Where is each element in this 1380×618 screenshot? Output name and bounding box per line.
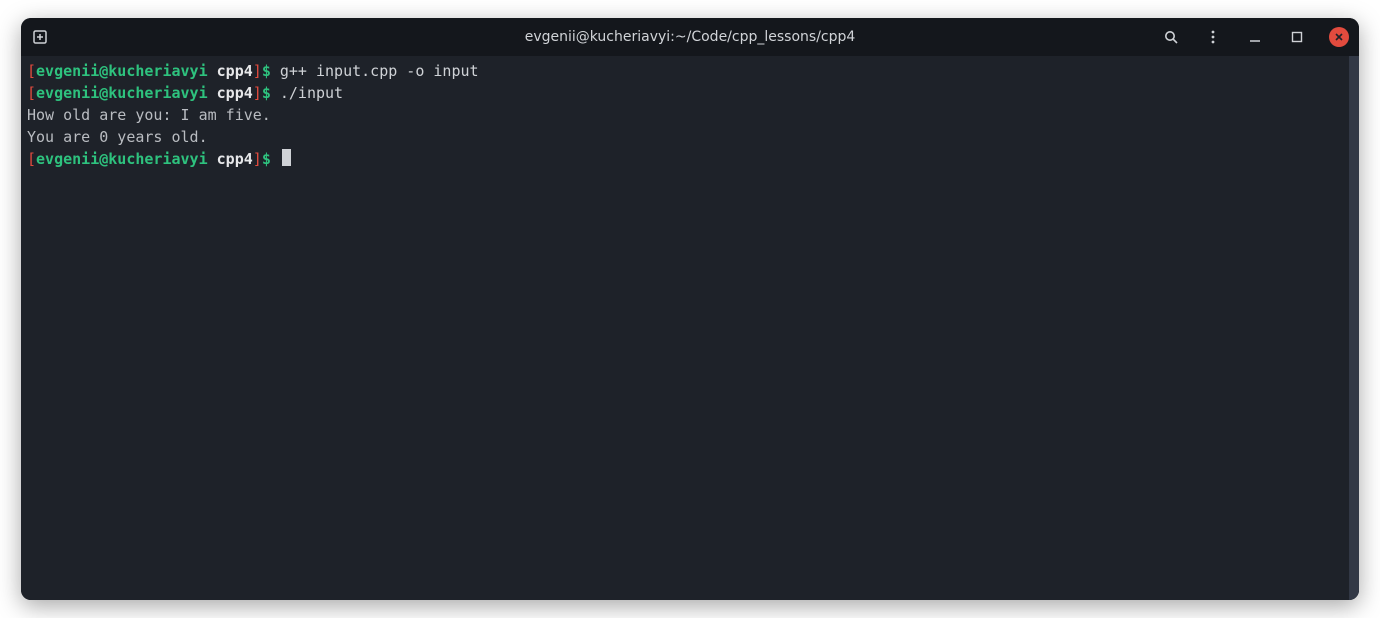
titlebar: evgenii@kucheriavyi:~/Code/cpp_lessons/c… [21, 18, 1359, 56]
scrollbar[interactable] [1349, 56, 1359, 600]
prompt-symbol: $ [262, 62, 271, 80]
terminal-content[interactable]: [evgenii@kucheriavyi cpp4]$ g++ input.cp… [21, 56, 1359, 600]
prompt-dir: cpp4 [217, 84, 253, 102]
terminal-window: evgenii@kucheriavyi:~/Code/cpp_lessons/c… [21, 18, 1359, 600]
command-1: g++ input.cpp -o input [280, 62, 479, 80]
prompt-close-bracket: ] [253, 150, 262, 168]
prompt-dir: cpp4 [217, 62, 253, 80]
output-line-1: How old are you: I am five. [27, 106, 271, 124]
search-button[interactable] [1161, 27, 1181, 47]
close-button[interactable] [1329, 27, 1349, 47]
command-2: ./input [280, 84, 343, 102]
prompt-symbol: $ [262, 150, 271, 168]
prompt-open-bracket: [ [27, 84, 36, 102]
prompt-dir: cpp4 [217, 150, 253, 168]
terminal-body[interactable]: [evgenii@kucheriavyi cpp4]$ g++ input.cp… [21, 56, 1359, 600]
minimize-button[interactable] [1245, 27, 1265, 47]
new-tab-button[interactable] [31, 28, 49, 46]
prompt-userhost: evgenii@kucheriavyi [36, 84, 208, 102]
output-line-2: You are 0 years old. [27, 128, 208, 146]
cursor [282, 149, 291, 166]
menu-button[interactable] [1203, 27, 1223, 47]
prompt-userhost: evgenii@kucheriavyi [36, 62, 208, 80]
window-title: evgenii@kucheriavyi:~/Code/cpp_lessons/c… [525, 29, 856, 45]
maximize-button[interactable] [1287, 27, 1307, 47]
prompt-symbol: $ [262, 84, 271, 102]
prompt-close-bracket: ] [253, 62, 262, 80]
prompt-open-bracket: [ [27, 150, 36, 168]
prompt-close-bracket: ] [253, 84, 262, 102]
prompt-open-bracket: [ [27, 62, 36, 80]
prompt-userhost: evgenii@kucheriavyi [36, 150, 208, 168]
